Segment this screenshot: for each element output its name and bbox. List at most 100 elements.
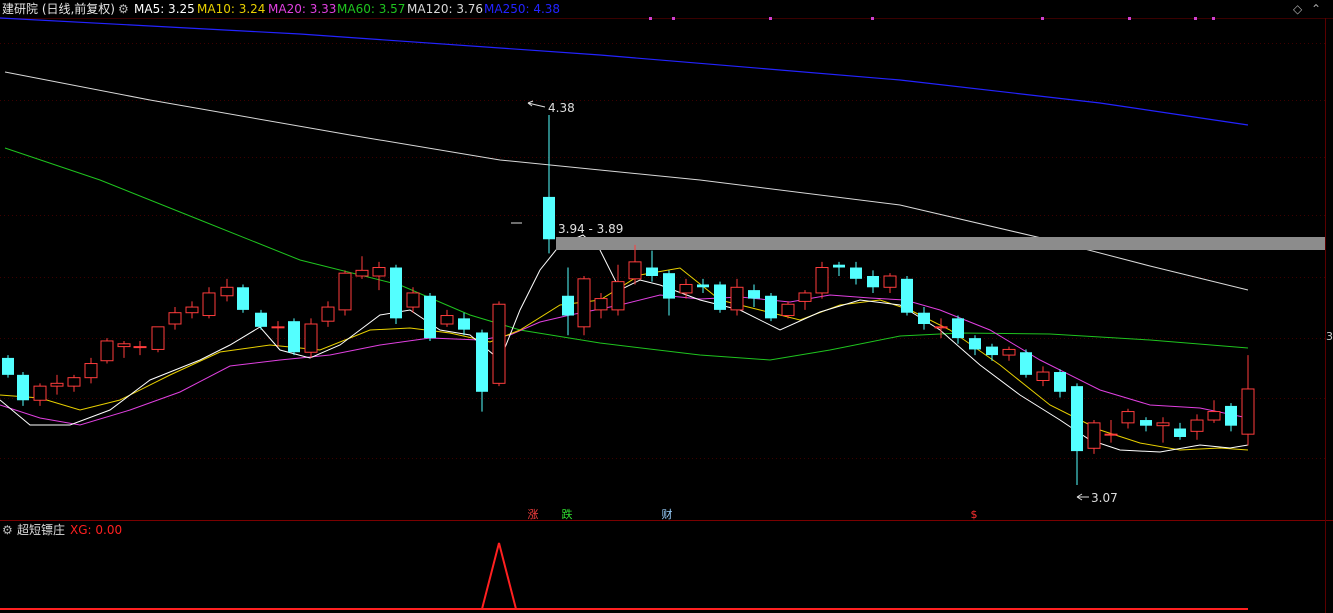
candle-up: [1104, 420, 1118, 443]
candle-body: [168, 312, 182, 325]
candle-body: [1087, 422, 1101, 449]
right-axis-label: 3: [1326, 330, 1333, 343]
candle-body: [100, 340, 114, 362]
candle-body: [1156, 422, 1170, 427]
candle-down: [1071, 383, 1083, 485]
candle-down: [952, 315, 964, 344]
candle-body: [765, 295, 777, 319]
candle-up: [1190, 414, 1204, 440]
candle-body: [815, 267, 829, 294]
candle-down: [969, 335, 981, 356]
candle-body: [84, 363, 98, 379]
candle-down: [1140, 417, 1152, 432]
candle-body: [833, 264, 845, 268]
candle-body: [271, 326, 285, 329]
candle-body: [476, 332, 488, 392]
candle-body: [304, 323, 318, 353]
candle-body: [372, 267, 386, 277]
candle-body: [220, 286, 234, 297]
resistance-band-rect: [556, 237, 1325, 250]
candle-up: [321, 301, 335, 327]
candle-up: [33, 383, 47, 406]
top-event-dot: [649, 17, 652, 20]
candle-up: [883, 273, 897, 293]
candle-body: [577, 278, 591, 328]
candle-down: [918, 307, 930, 330]
candle-up: [202, 287, 216, 319]
candle-body: [679, 283, 693, 294]
stock-chart[interactable]: 4.38 3.94 - 3.89 3.07 3 涨 跌 财 $: [0, 0, 1333, 613]
candle-up: [50, 374, 64, 395]
candle-down: [867, 270, 879, 293]
candle-body: [969, 338, 981, 350]
candle-body: [1241, 388, 1255, 435]
candle-body: [781, 303, 795, 317]
candlesticks: [2, 115, 1255, 485]
candle-body: [440, 315, 454, 325]
high-price-label: 4.38: [548, 101, 575, 115]
candle-down: [288, 318, 300, 356]
candle-body: [543, 196, 555, 240]
candle-up: [355, 256, 369, 279]
candle-body: [611, 281, 625, 311]
event-marker-4: $: [971, 508, 978, 521]
candle-up: [730, 278, 744, 316]
candle-body: [133, 346, 147, 349]
candle-body: [202, 292, 216, 317]
candle-up: [117, 340, 131, 358]
ma120-line: [4, 71, 1249, 291]
candle-body: [117, 343, 131, 348]
candle-body: [918, 312, 930, 325]
candle-down: [237, 284, 249, 313]
candle-body: [458, 318, 470, 330]
candle-down: [17, 372, 29, 406]
candle-up: [798, 290, 812, 310]
candle-body: [338, 272, 352, 311]
candle-body: [663, 273, 675, 299]
candle-down: [697, 278, 709, 293]
candle-up: [168, 307, 182, 330]
top-event-dot: [871, 17, 874, 20]
candle-down: [476, 329, 488, 412]
candle-body: [730, 286, 744, 311]
candle-body: [1104, 433, 1118, 436]
xg-spike: [481, 542, 517, 610]
candle-body: [748, 290, 760, 299]
candle-body: [867, 275, 879, 288]
candle-up: [185, 301, 199, 319]
candle-up: [338, 270, 352, 316]
candle-body: [321, 306, 335, 322]
candle-body: [697, 284, 709, 288]
candle-down: [646, 250, 658, 282]
ma5-line: [0, 234, 1249, 453]
candle-down: [1020, 349, 1032, 378]
candle-up: [440, 309, 454, 327]
candle-body: [390, 267, 402, 319]
candle-body: [185, 306, 199, 314]
candle-down: [1225, 403, 1237, 432]
candle-body: [151, 326, 165, 350]
candle-down: [255, 309, 267, 330]
candle-up: [100, 338, 114, 364]
candle-body: [901, 278, 913, 313]
candle-up: [372, 261, 386, 291]
candle-up: [679, 278, 693, 299]
low-price-label: 3.07: [1091, 491, 1118, 505]
candle-down: [390, 264, 402, 325]
candle-body: [850, 267, 862, 279]
candle-body: [406, 292, 420, 308]
candle-body: [255, 312, 267, 327]
candle-up: [1087, 420, 1101, 454]
candle-up: [304, 318, 318, 358]
candle-body: [714, 284, 726, 310]
candle-body: [1020, 352, 1032, 375]
candle-body: [1036, 371, 1050, 381]
candle-down: [765, 292, 777, 322]
candle-down: [663, 270, 675, 316]
candle-down: [1054, 369, 1066, 398]
candle-body: [952, 318, 964, 339]
candle-up: [1207, 400, 1221, 423]
event-marker-1: 涨: [528, 508, 539, 521]
candle-up: [1241, 355, 1255, 446]
candle-body: [594, 298, 608, 311]
